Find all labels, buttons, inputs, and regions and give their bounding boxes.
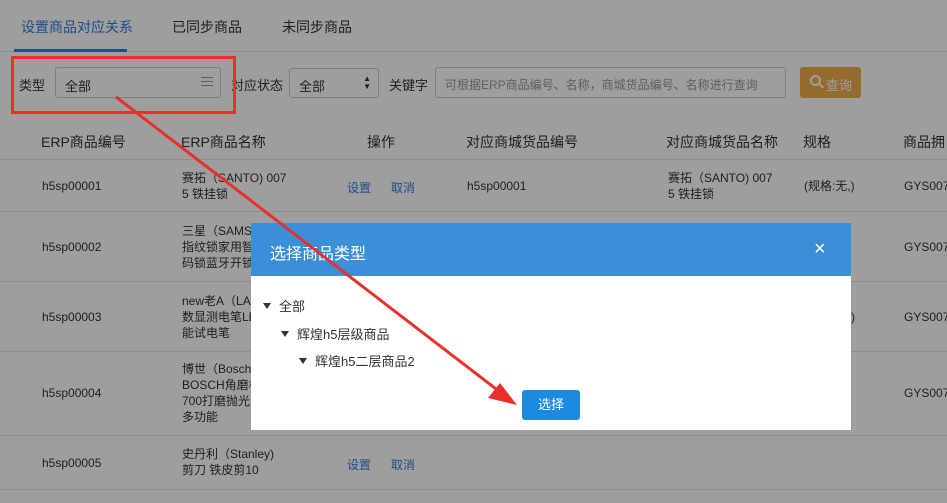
select-button[interactable]: 选择 [522,390,580,420]
select-category-dialog: 选择商品类型 × 全部 辉煌h5层级商品 辉煌h5二层商品2 选择 [251,223,851,430]
dialog-title: 选择商品类型 [270,246,367,263]
caret-down-icon[interactable] [299,358,307,364]
tree-node-label: 辉煌h5二层商品2 [315,354,415,369]
caret-down-icon[interactable] [263,303,271,309]
dialog-header: 选择商品类型 × [251,223,851,276]
caret-down-icon[interactable] [281,331,289,337]
tree-node-label: 辉煌h5层级商品 [297,327,390,342]
tree-node-level1[interactable]: 辉煌h5层级商品 [281,324,389,343]
tree-node-label: 全部 [279,299,306,314]
tree-node-all[interactable]: 全部 [263,296,305,315]
tree-node-level2[interactable]: 辉煌h5二层商品2 [299,351,415,370]
annotation-highlight-box [11,56,236,114]
close-icon[interactable]: × [814,239,826,259]
